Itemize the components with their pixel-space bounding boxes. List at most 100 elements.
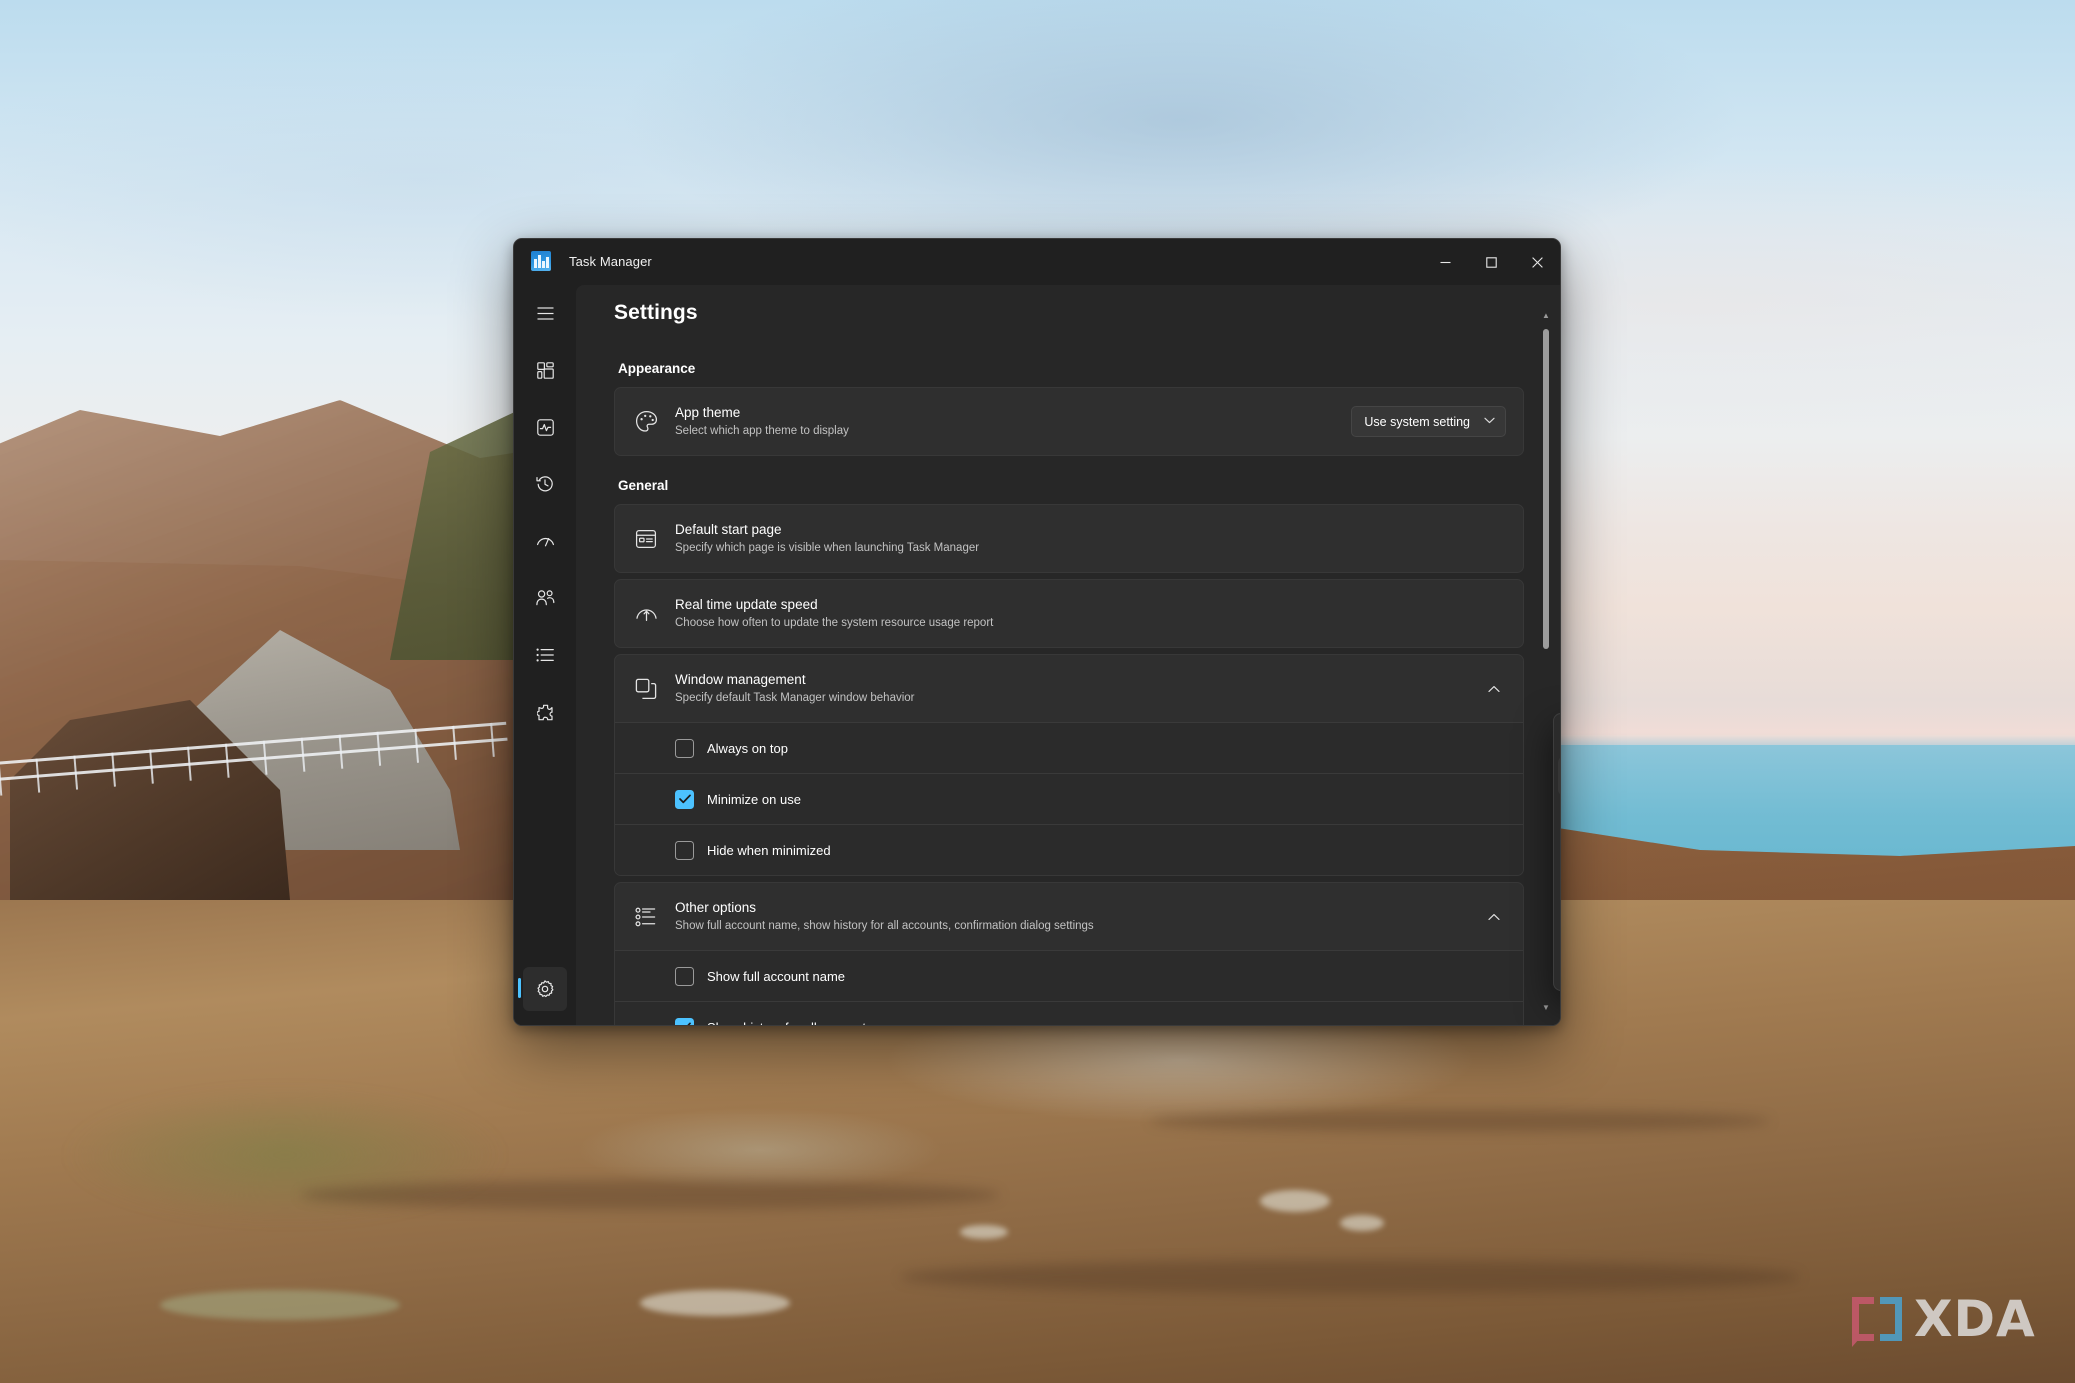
setting-card-other-options: Other options Show full account name, sh… <box>614 882 1524 1026</box>
wallpaper-rock-streak <box>300 1180 1000 1210</box>
setting-subtitle-real-time-update-speed: Choose how often to update the system re… <box>675 616 994 629</box>
setting-row-default-start-page[interactable]: Default start page Specify which page is… <box>615 505 1523 572</box>
wallpaper-rock-streak <box>1150 1110 1770 1132</box>
setting-control-window-management <box>1482 682 1506 695</box>
setting-subtitle-default-start-page: Specify which page is visible when launc… <box>675 541 980 554</box>
setting-row-window-management[interactable]: Window management Specify default Task M… <box>615 655 1523 722</box>
details-icon <box>536 648 554 662</box>
gear-icon <box>536 980 554 998</box>
section-heading-general: General <box>618 478 669 493</box>
sidebar-item-startup-apps[interactable] <box>523 519 567 563</box>
flyout-item-details[interactable]: Details <box>1558 909 1560 947</box>
task-manager-icon <box>531 251 551 271</box>
wallpaper-water-pool <box>1260 1190 1330 1212</box>
setting-card-default-start-page: Default start page Specify which page is… <box>614 504 1524 573</box>
wallpaper-water-pool <box>1340 1215 1384 1231</box>
checkbox-row-show-history-all-accounts[interactable]: Show history for all accounts <box>615 1001 1523 1026</box>
sidebar-item-app-history[interactable] <box>523 462 567 506</box>
checkbox-label-show-history-all-accounts: Show history for all accounts <box>707 1020 872 1026</box>
sidebar-item-settings[interactable] <box>518 967 567 1011</box>
wallpaper-water-pool <box>640 1290 790 1316</box>
close-button[interactable] <box>1514 239 1560 285</box>
checkbox-label-always-on-top: Always on top <box>707 740 788 756</box>
services-icon <box>536 704 554 721</box>
sidebar-item-users[interactable] <box>523 576 567 620</box>
hamburger-menu-icon <box>537 306 554 320</box>
section-heading-appearance: Appearance <box>618 361 696 376</box>
maximize-button[interactable] <box>1468 239 1514 285</box>
app-theme-dropdown[interactable]: Use system setting <box>1351 406 1506 437</box>
flyout-item-services[interactable]: Services <box>1558 947 1560 985</box>
wallpaper-water-pool <box>160 1290 400 1320</box>
setting-control-app-theme: Use system setting <box>1351 406 1506 437</box>
sidebar-item-processes[interactable] <box>523 348 567 392</box>
title-bar[interactable]: Task Manager <box>514 239 1560 285</box>
setting-subtitle-window-management: Specify default Task Manager window beha… <box>675 691 915 704</box>
palette-icon <box>635 410 675 433</box>
flyout-item-performance[interactable]: Performance <box>1558 757 1560 795</box>
setting-row-app-theme[interactable]: App theme Select which app theme to disp… <box>615 388 1523 455</box>
setting-text-default-start-page: Default start page Specify which page is… <box>675 521 1506 557</box>
vertical-scrollbar[interactable]: ▲ ▼ <box>1539 311 1553 1015</box>
setting-title-other-options: Other options <box>675 899 757 915</box>
chevron-up-icon[interactable] <box>1482 910 1506 923</box>
settings-content-pane: Settings Appearance App theme Select whi… <box>576 285 1560 1026</box>
xda-logo-icon <box>1850 1291 1906 1347</box>
page-title: Settings <box>614 301 698 324</box>
navigation-rail <box>514 285 576 1025</box>
checkbox-label-minimize-on-use: Minimize on use <box>707 791 801 807</box>
chevron-down-icon <box>1484 417 1495 427</box>
scroll-up-arrow[interactable]: ▲ <box>1542 311 1550 323</box>
scrollbar-track[interactable] <box>1539 323 1553 1003</box>
setting-title-default-start-page: Default start page <box>675 521 782 537</box>
setting-subtitle-app-theme: Select which app theme to display <box>675 424 849 437</box>
setting-row-real-time-update-speed[interactable]: Real time update speed Choose how often … <box>615 580 1523 647</box>
checkbox-label-show-full-account-name: Show full account name <box>707 968 846 984</box>
window-title: Task Manager <box>569 254 652 269</box>
window-controls <box>1422 239 1560 285</box>
checkbox-row-minimize-on-use[interactable]: Minimize on use <box>615 773 1523 824</box>
checkbox-row-show-full-account-name[interactable]: Show full account name <box>615 950 1523 1001</box>
hamburger-menu-button[interactable] <box>523 291 567 335</box>
setting-card-window-management: Window management Specify default Task M… <box>614 654 1524 876</box>
setting-card-real-time-update-speed: Real time update speed Choose how often … <box>614 579 1524 648</box>
app-history-icon <box>536 475 554 493</box>
setting-card-app-theme: App theme Select which app theme to disp… <box>614 387 1524 456</box>
setting-control-other-options <box>1482 910 1506 923</box>
options-list-icon <box>635 907 675 927</box>
minimize-button[interactable] <box>1422 239 1468 285</box>
sidebar-item-services[interactable] <box>523 690 567 734</box>
checkbox-row-hide-when-minimized[interactable]: Hide when minimized <box>615 824 1523 875</box>
startup-apps-icon <box>536 534 555 549</box>
checkbox-show-history-all-accounts[interactable] <box>675 1017 694 1025</box>
setting-text-other-options: Other options Show full account name, sh… <box>675 899 1482 935</box>
checkbox-row-always-on-top[interactable]: Always on top <box>615 722 1523 773</box>
flyout-item-users[interactable]: Users <box>1558 871 1560 909</box>
task-manager-window: Task Manager Settings Appearance App the… <box>513 238 1561 1026</box>
flyout-item-startup-apps[interactable]: Startup apps <box>1558 833 1560 871</box>
windows-stack-icon <box>635 678 675 700</box>
users-icon <box>535 590 555 606</box>
sidebar-item-performance[interactable] <box>523 405 567 449</box>
checkbox-minimize-on-use[interactable] <box>675 789 694 809</box>
checkbox-always-on-top[interactable] <box>675 738 694 758</box>
setting-text-app-theme: App theme Select which app theme to disp… <box>675 404 1351 440</box>
window-body: Settings Appearance App theme Select whi… <box>514 285 1560 1026</box>
checkbox-hide-when-minimized[interactable] <box>675 840 694 860</box>
setting-title-window-management: Window management <box>675 671 806 687</box>
checkbox-show-full-account-name[interactable] <box>675 966 694 986</box>
scrollbar-thumb[interactable] <box>1543 329 1549 649</box>
scroll-down-arrow[interactable]: ▼ <box>1542 1003 1550 1015</box>
settings-scroll-area[interactable]: Appearance App theme Select which app th… <box>576 339 1560 1026</box>
setting-text-window-management: Window management Specify default Task M… <box>675 671 1482 707</box>
setting-row-other-options[interactable]: Other options Show full account name, sh… <box>615 883 1523 950</box>
start-page-icon <box>635 528 675 550</box>
chevron-up-icon[interactable] <box>1482 682 1506 695</box>
gauge-icon <box>635 604 675 624</box>
default-start-page-flyout: Processes Performance App history Startu… <box>1553 713 1560 991</box>
sidebar-item-details[interactable] <box>523 633 567 677</box>
performance-icon <box>536 418 554 436</box>
flyout-item-app-history[interactable]: App history <box>1558 795 1560 833</box>
xda-watermark: XDA <box>1850 1280 2050 1358</box>
flyout-item-processes[interactable]: Processes <box>1558 719 1560 757</box>
